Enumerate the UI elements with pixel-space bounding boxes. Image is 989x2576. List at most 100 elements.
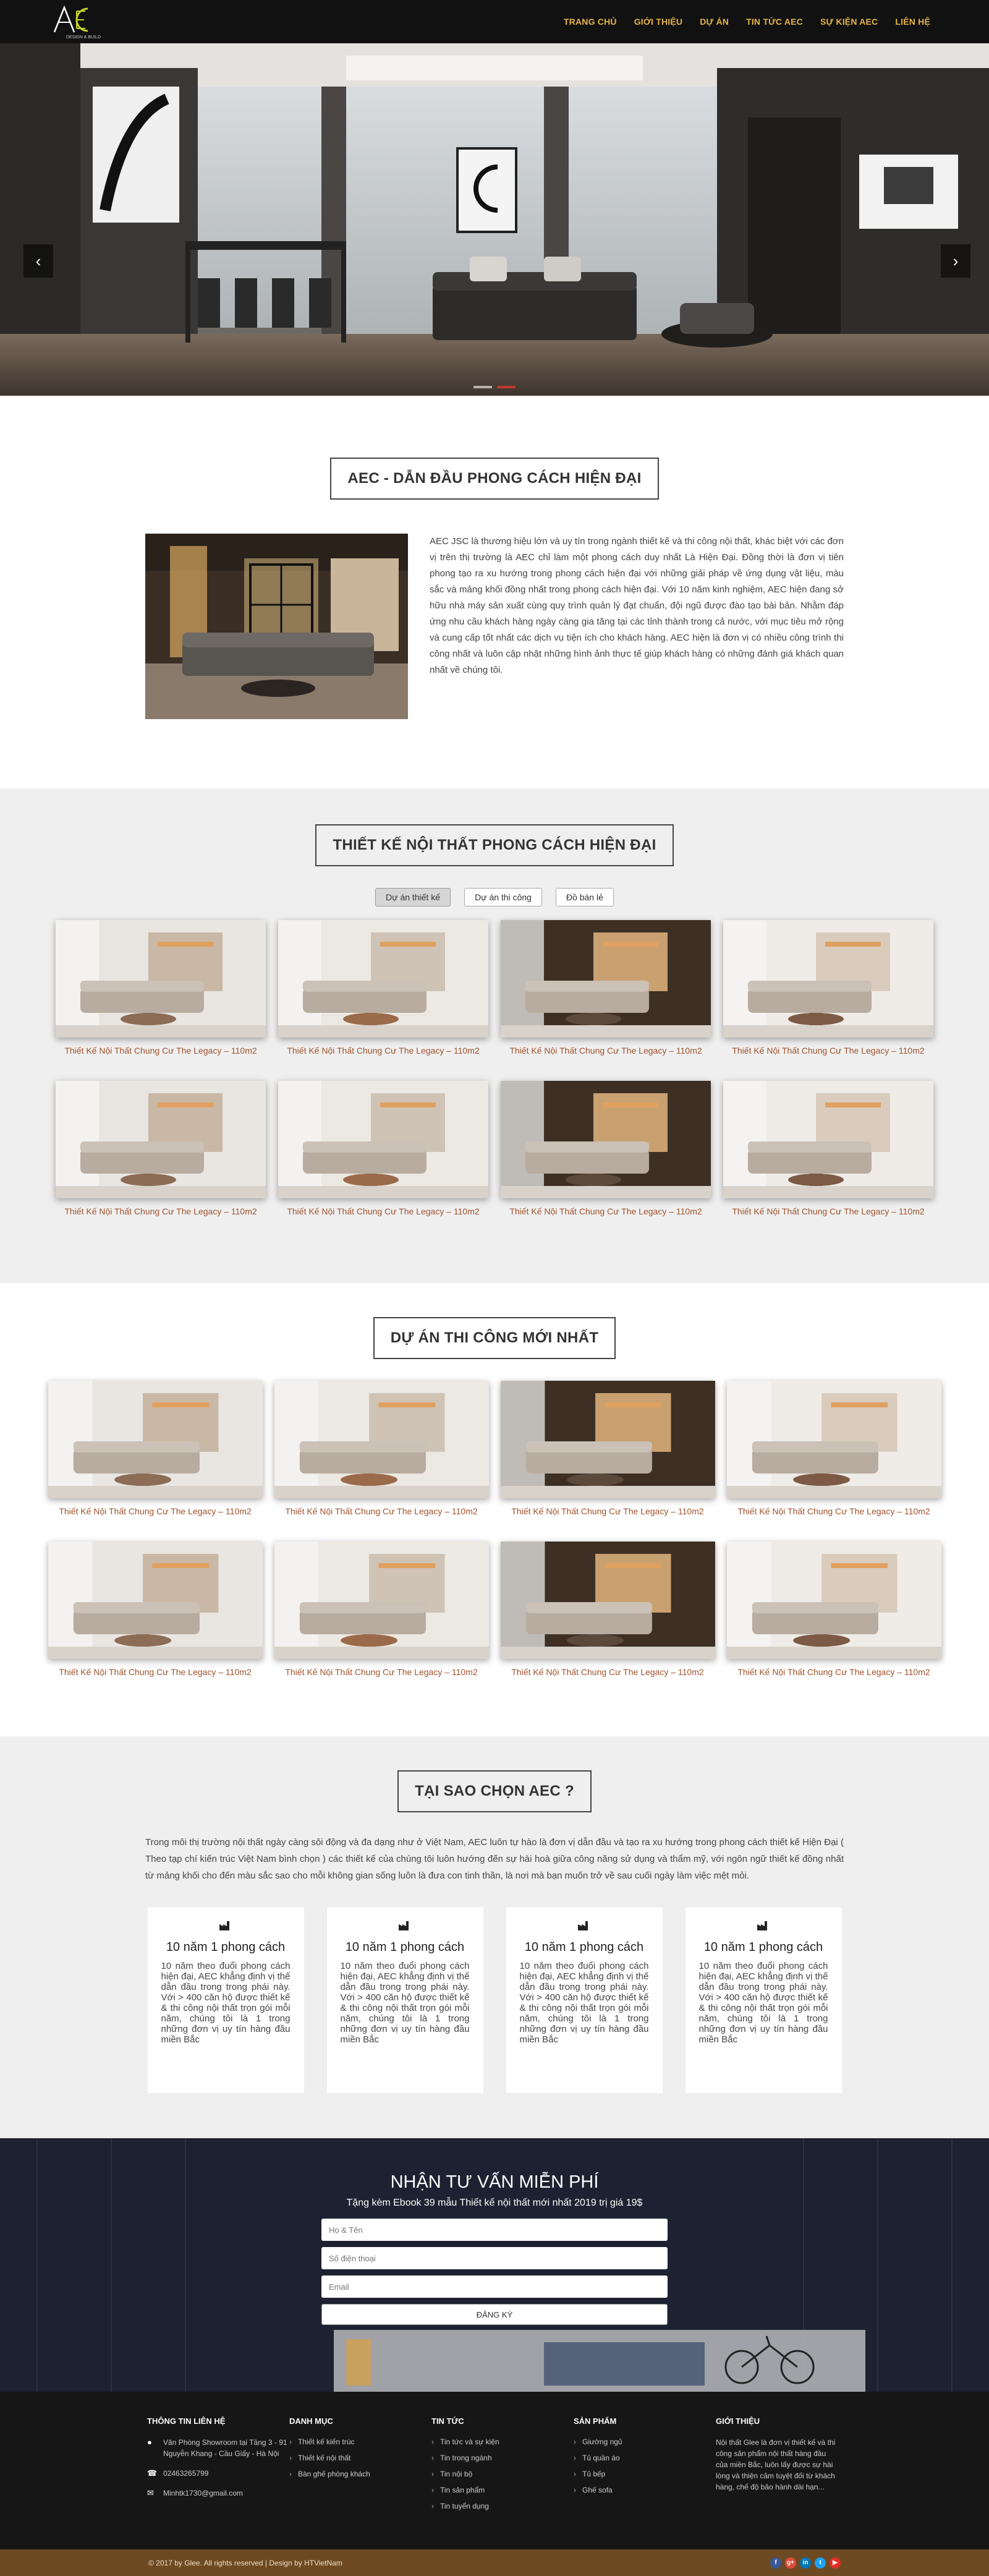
newest-project-card-title[interactable]: Thiết Kế Nội Thất Chung Cư The Legacy – … [48, 1506, 263, 1534]
footer-link[interactable]: Tin nội bộ [431, 2469, 574, 2479]
project-thumbnail[interactable] [278, 1081, 488, 1198]
newest-project-card[interactable]: Thiết Kế Nội Thất Chung Cư The Legacy – … [500, 1542, 715, 1695]
footer-link[interactable]: Giường ngủ [574, 2437, 716, 2447]
youtube-icon[interactable]: ▶ [830, 2557, 841, 2569]
project-card[interactable]: Thiết Kế Nội Thất Chung Cư The Legacy – … [723, 1081, 933, 1234]
newest-project-card-title[interactable]: Thiết Kế Nội Thất Chung Cư The Legacy – … [727, 1666, 941, 1695]
slider-prev-button[interactable]: ‹ [23, 244, 53, 278]
tab-design[interactable]: Dự án thiết kế [375, 888, 451, 906]
newest-project-thumbnail[interactable] [48, 1381, 263, 1498]
newest-project-card[interactable]: Thiết Kế Nội Thất Chung Cư The Legacy – … [48, 1542, 263, 1695]
project-thumbnail[interactable] [723, 1081, 933, 1198]
project-thumbnail[interactable] [56, 920, 266, 1038]
project-card-title[interactable]: Thiết Kế Nội Thất Chung Cư The Legacy – … [501, 1206, 711, 1234]
project-card-title[interactable]: Thiết Kế Nội Thất Chung Cư The Legacy – … [56, 1206, 266, 1234]
tab-retail[interactable]: Đồ bán lẻ [555, 888, 614, 906]
project-card[interactable]: Thiết Kế Nội Thất Chung Cư The Legacy – … [278, 920, 488, 1073]
slider-dot-active[interactable] [497, 386, 516, 388]
newest-project-card-title[interactable]: Thiết Kế Nội Thất Chung Cư The Legacy – … [501, 1506, 715, 1534]
footer-link[interactable]: Tin tuyển dụng [431, 2501, 574, 2511]
project-card-title[interactable]: Thiết Kế Nội Thất Chung Cư The Legacy – … [56, 1045, 266, 1073]
project-card-title[interactable]: Thiết Kế Nội Thất Chung Cư The Legacy – … [723, 1206, 933, 1234]
newest-project-thumbnail[interactable] [726, 1542, 941, 1659]
site-logo[interactable]: DESIGN & BUILD [49, 2, 117, 41]
factory-icon [757, 1921, 767, 1930]
footer-email[interactable]: Minhtk1730@gmail.com [163, 2489, 243, 2497]
why-card: 10 năm 1 phong cách 10 năm theo đuổi pho… [506, 1908, 663, 2093]
footer-link[interactable]: Ghế sofa [574, 2485, 716, 2495]
nav-events[interactable]: SỰ KIỆN AEC [820, 17, 878, 27]
nav-news[interactable]: TIN TỨC AEC [746, 17, 803, 27]
project-thumbnail[interactable] [501, 1081, 711, 1198]
google-plus-icon[interactable]: g+ [785, 2557, 796, 2569]
newest-project-card-title[interactable]: Thiết Kế Nội Thất Chung Cư The Legacy – … [274, 1506, 489, 1534]
footer-link[interactable]: Bàn ghế phòng khách [289, 2469, 431, 2479]
slider-dot[interactable] [473, 386, 492, 388]
about-text: AEC JSC là thương hiệu lớn và uy tín tro… [430, 536, 844, 675]
newest-project-card[interactable]: Thiết Kế Nội Thất Chung Cư The Legacy – … [726, 1542, 941, 1695]
newest-project-thumbnail[interactable] [726, 1381, 941, 1498]
newest-project-card-title[interactable]: Thiết Kế Nội Thất Chung Cư The Legacy – … [727, 1506, 941, 1534]
slider-next-button[interactable]: › [941, 244, 970, 278]
footer-link[interactable]: Tin tức và sự kiện [431, 2437, 574, 2447]
project-card[interactable]: Thiết Kế Nội Thất Chung Cư The Legacy – … [278, 1081, 488, 1234]
mail-icon: ✉ [147, 2488, 154, 2497]
consult-title: NHẬN TƯ VẤN MIỄN PHÍ [390, 2172, 599, 2192]
footer-categories: DANH MỤC Thiết kế kiến trúc Thiết kế nội… [289, 2416, 431, 2549]
newest-project-thumbnail[interactable] [500, 1542, 715, 1659]
footer-phone[interactable]: 02463265799 [163, 2469, 208, 2478]
project-thumbnail[interactable] [723, 920, 933, 1038]
phone-icon: ☎ [147, 2468, 158, 2478]
email-input[interactable] [321, 2275, 668, 2298]
project-thumbnail[interactable] [56, 1081, 266, 1198]
newest-project-card-title[interactable]: Thiết Kế Nội Thất Chung Cư The Legacy – … [274, 1666, 489, 1695]
footer-link[interactable]: Tin trong ngành [431, 2453, 574, 2463]
project-card[interactable]: Thiết Kế Nội Thất Chung Cư The Legacy – … [501, 1081, 711, 1234]
newest-project-card[interactable]: Thiết Kế Nội Thất Chung Cư The Legacy – … [274, 1381, 489, 1534]
newest-project-card[interactable]: Thiết Kế Nội Thất Chung Cư The Legacy – … [48, 1381, 263, 1534]
footer-link[interactable]: Tủ bếp [574, 2469, 716, 2479]
nav-projects[interactable]: DỰ ÁN [700, 17, 729, 27]
footer-link[interactable]: Tủ quần áo [574, 2453, 716, 2463]
newest-project-thumbnail[interactable] [48, 1542, 263, 1659]
newest-project-thumbnail[interactable] [274, 1542, 489, 1659]
project-thumbnail[interactable] [278, 920, 488, 1038]
project-card-title[interactable]: Thiết Kế Nội Thất Chung Cư The Legacy – … [278, 1045, 488, 1073]
phone-input[interactable] [321, 2247, 668, 2269]
register-button[interactable]: ĐĂNG KÝ [321, 2304, 668, 2325]
logo-mark: DESIGN & BUILD [53, 5, 101, 40]
footer-link[interactable]: Thiết kế kiến trúc [289, 2437, 431, 2447]
twitter-icon[interactable]: t [815, 2557, 826, 2569]
project-card[interactable]: Thiết Kế Nội Thất Chung Cư The Legacy – … [501, 920, 711, 1073]
newest-project-card-title[interactable]: Thiết Kế Nội Thất Chung Cư The Legacy – … [48, 1666, 263, 1695]
project-card-title[interactable]: Thiết Kế Nội Thất Chung Cư The Legacy – … [723, 1045, 933, 1073]
footer-intro-title: GIỚI THIỆU [716, 2416, 760, 2426]
nav-contact[interactable]: LIÊN HỆ [895, 17, 930, 27]
footer-products: SẢN PHẨM Giường ngủ Tủ quần áo Tủ bếp Gh… [574, 2416, 716, 2549]
newest-project-thumbnail[interactable] [500, 1381, 715, 1498]
name-input[interactable] [321, 2219, 668, 2241]
newest-project-thumbnail[interactable] [274, 1381, 489, 1498]
newest-project-card[interactable]: Thiết Kế Nội Thất Chung Cư The Legacy – … [726, 1381, 941, 1534]
footer-link[interactable]: Thiết kế nội thất [289, 2453, 431, 2463]
why-section: TẠI SAO CHỌN AEC ? Trong môi thị trường … [0, 1736, 989, 2138]
project-thumbnail[interactable] [501, 920, 711, 1038]
newest-project-card[interactable]: Thiết Kế Nội Thất Chung Cư The Legacy – … [274, 1542, 489, 1695]
newest-project-card[interactable]: Thiết Kế Nội Thất Chung Cư The Legacy – … [500, 1381, 715, 1534]
project-card[interactable]: Thiết Kế Nội Thất Chung Cư The Legacy – … [56, 1081, 266, 1234]
project-card[interactable]: Thiết Kế Nội Thất Chung Cư The Legacy – … [723, 920, 933, 1073]
project-card-title[interactable]: Thiết Kế Nội Thất Chung Cư The Legacy – … [501, 1045, 711, 1073]
tab-construction[interactable]: Dự án thi công [464, 888, 542, 906]
why-card-title: 10 năm 1 phong cách [703, 1940, 823, 1954]
footer-link[interactable]: Tin sản phẩm [431, 2485, 574, 2495]
nav-home[interactable]: TRANG CHỦ [564, 17, 617, 27]
project-card-title[interactable]: Thiết Kế Nội Thất Chung Cư The Legacy – … [278, 1206, 488, 1234]
footer-news: TIN TỨC Tin tức và sự kiện Tin trong ngà… [431, 2416, 574, 2549]
facebook-icon[interactable]: f [770, 2557, 781, 2569]
footer-intro-text: Nội thất Glee là đơn vị thiết kế và thi … [716, 2438, 836, 2491]
nav-about[interactable]: GIỚI THIỆU [634, 17, 683, 27]
slider-dots [473, 386, 516, 388]
project-card[interactable]: Thiết Kế Nội Thất Chung Cư The Legacy – … [56, 920, 266, 1073]
newest-project-card-title[interactable]: Thiết Kế Nội Thất Chung Cư The Legacy – … [501, 1666, 715, 1695]
linkedin-icon[interactable]: in [800, 2557, 811, 2569]
